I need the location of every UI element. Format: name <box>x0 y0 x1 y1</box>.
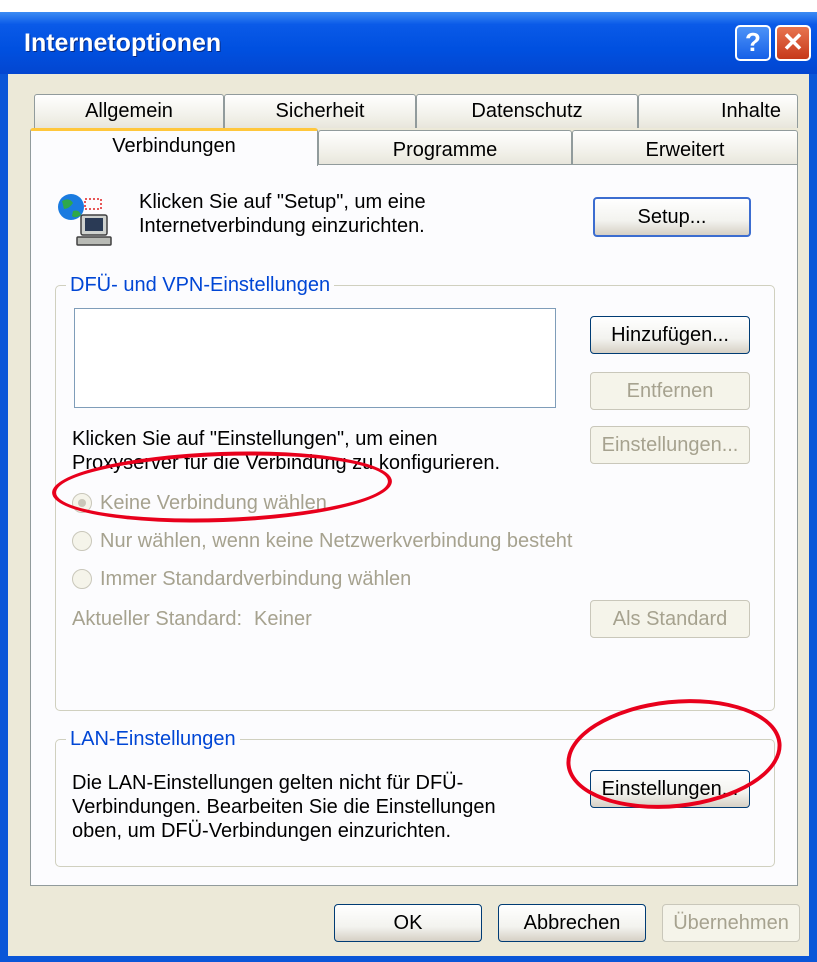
set-default-button[interactable]: Als Standard <box>590 600 750 638</box>
lan-text-line3: oben, um DFÜ-Verbindungen einzurichten. <box>72 820 452 842</box>
radio-label: Immer Standardverbindung wählen <box>100 568 412 590</box>
radio-label: Nur wählen, wenn keine Netzwerkverbindun… <box>100 530 573 552</box>
radio-option-no-network[interactable]: Nur wählen, wenn keine Netzwerkverbindun… <box>72 528 712 554</box>
title-bar[interactable]: Internetoptionen ? ✕ <box>0 12 817 74</box>
tab-erweitert[interactable]: Erweitert <box>572 130 798 164</box>
setup-description-line2: Internetverbindung einzurichten. <box>139 215 425 237</box>
current-default-label: Aktueller Standard: <box>72 608 243 630</box>
apply-button[interactable]: Übernehmen <box>662 904 800 942</box>
lan-text-line2: Verbindungen. Bearbeiten Sie die Einstel… <box>72 796 496 818</box>
current-default-value: Keiner <box>254 608 312 630</box>
close-button[interactable]: ✕ <box>775 25 811 61</box>
help-button[interactable]: ? <box>735 25 771 61</box>
setup-button[interactable]: Setup... <box>593 197 751 237</box>
close-icon: ✕ <box>782 27 804 57</box>
connections-listbox[interactable] <box>74 308 556 408</box>
lan-text-line1: Die LAN-Einstellungen gelten nicht für D… <box>72 772 464 794</box>
radio-option-always[interactable]: Immer Standardverbindung wählen <box>72 566 592 592</box>
tab-sicherheit[interactable]: Sicherheit <box>224 94 416 128</box>
radio-button[interactable] <box>72 569 92 589</box>
remove-connection-button[interactable]: Entfernen <box>590 372 750 410</box>
lan-settings-legend: LAN-Einstellungen <box>66 726 240 752</box>
tab-programme[interactable]: Programme <box>318 130 572 164</box>
tab-allgemein[interactable]: Allgemein <box>34 94 224 128</box>
help-icon: ? <box>745 27 761 57</box>
ok-button[interactable]: OK <box>334 904 482 942</box>
proxy-text-line1: Klicken Sie auf "Einstellungen", um eine… <box>72 428 438 450</box>
dialup-vpn-legend: DFÜ- und VPN-Einstellungen <box>66 272 335 298</box>
window-title: Internetoptionen <box>24 29 222 57</box>
tab-verbindungen[interactable]: Verbindungen <box>30 128 318 166</box>
tab-inhalte[interactable]: Inhalte <box>638 94 798 128</box>
add-connection-button[interactable]: Hinzufügen... <box>590 316 750 354</box>
setup-description-line1: Klicken Sie auf "Setup", um eine <box>139 191 426 213</box>
tab-datenschutz[interactable]: Datenschutz <box>416 94 638 128</box>
globe-computer-icon <box>55 189 115 249</box>
radio-button[interactable] <box>72 531 92 551</box>
cancel-button[interactable]: Abbrechen <box>498 904 646 942</box>
dialup-settings-button[interactable]: Einstellungen... <box>590 426 750 464</box>
